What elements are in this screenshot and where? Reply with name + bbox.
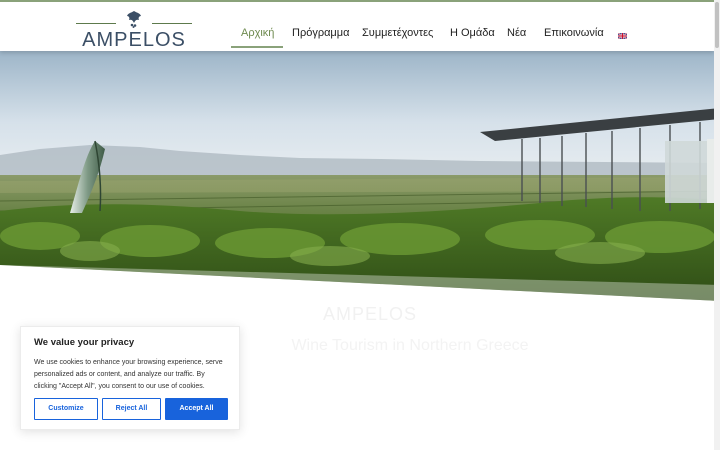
grape-leaf-icon — [127, 11, 141, 28]
nav-item-program[interactable]: Πρόγραμμα — [292, 26, 349, 40]
accept-all-button[interactable]: Accept All — [165, 398, 228, 420]
site-logo[interactable]: AMPELOS — [76, 10, 192, 51]
cookie-consent-banner: We value your privacy We use cookies to … — [20, 326, 240, 430]
reject-all-button[interactable]: Reject All — [102, 398, 161, 420]
hero-faded-subtitle: Wine Tourism in Northern Greece — [291, 337, 529, 354]
cookie-title: We value your privacy — [34, 337, 135, 348]
cookie-description: We use cookies to enhance your browsing … — [34, 359, 223, 390]
scrollbar-thumb[interactable] — [715, 2, 719, 48]
nav-item-home[interactable]: Αρχική — [241, 26, 274, 40]
logo-line-right — [152, 23, 192, 24]
nav-item-team[interactable]: Η Ομάδα — [450, 26, 495, 40]
nav-item-participants[interactable]: Συμμετέχοντες — [362, 26, 433, 40]
logo-line-left — [76, 23, 116, 24]
hero-vineyard-image — [0, 51, 720, 301]
hero-faded-title: AMPELOS — [322, 304, 418, 324]
customize-button[interactable]: Customize — [34, 398, 98, 420]
page-scrollbar[interactable] — [714, 0, 720, 450]
nav-item-contact[interactable]: Επικοινωνία — [544, 26, 604, 40]
uk-flag-icon[interactable] — [618, 33, 627, 39]
site-header: AMPELOS Αρχική Πρόγραμμα Συμμετέχοντες Η… — [0, 0, 714, 51]
nav-item-news[interactable]: Νέα — [507, 26, 526, 40]
nav-active-underline — [231, 46, 283, 48]
logo-text: AMPELOS — [82, 29, 186, 51]
cookie-button-row: Customize Reject All Accept All — [34, 398, 228, 420]
